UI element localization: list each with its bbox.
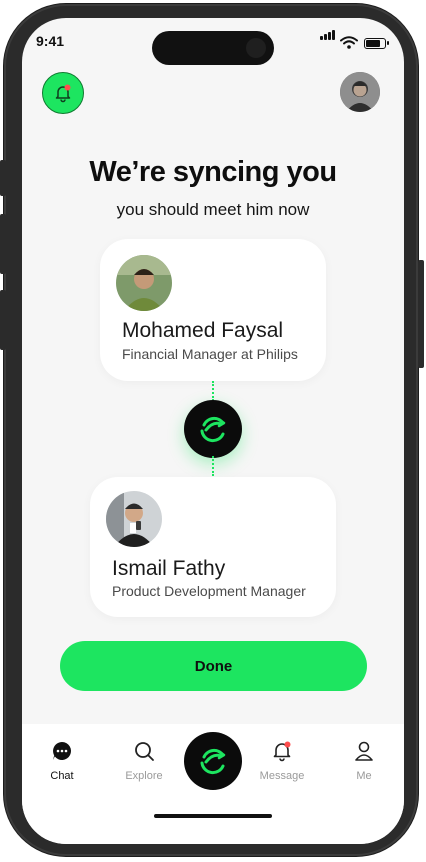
connector-line <box>212 381 214 401</box>
power-button <box>418 260 424 368</box>
tab-explore[interactable]: Explore <box>114 740 174 782</box>
avatar-photo <box>106 491 162 547</box>
tab-bar: Chat Explore Message Me <box>22 724 404 844</box>
page-title: We’re syncing you <box>89 156 337 188</box>
tab-chat[interactable]: Chat <box>32 740 92 782</box>
sync-logo-icon <box>200 416 226 443</box>
avatar-photo <box>116 255 172 311</box>
bell-icon <box>55 84 71 103</box>
battery-icon <box>364 38 389 49</box>
avatar <box>116 255 172 311</box>
match-card[interactable]: Ismail Fathy Product Development Manager <box>90 477 336 617</box>
status-time: 9:41 <box>36 33 65 49</box>
connector-line <box>212 456 214 476</box>
match-name: Mohamed Faysal <box>122 319 284 342</box>
tab-label: Me <box>356 770 372 782</box>
avatar-photo <box>340 72 380 112</box>
page-subtitle: you should meet him now <box>116 200 310 219</box>
bell-icon <box>273 741 291 762</box>
app-screen: 9:41 We’re syncing you you should meet h… <box>22 18 404 844</box>
done-button[interactable]: Done <box>60 641 367 691</box>
volume-up-button <box>0 214 6 274</box>
tab-message[interactable]: Message <box>252 740 312 782</box>
match-role: Product Development Manager <box>112 583 306 599</box>
avatar <box>106 491 162 547</box>
chat-icon <box>53 742 71 760</box>
tab-label: Explore <box>125 770 163 782</box>
sync-badge <box>184 400 242 458</box>
sync-tab-button[interactable] <box>184 732 242 790</box>
user-icon <box>355 741 373 761</box>
status-bar: 9:41 <box>22 18 404 65</box>
profile-avatar[interactable] <box>340 72 380 112</box>
notification-button[interactable] <box>42 72 84 114</box>
tab-me[interactable]: Me <box>334 740 394 782</box>
tab-label: Chat <box>50 770 74 782</box>
tab-label: Message <box>259 770 305 782</box>
mute-switch <box>0 160 6 196</box>
match-card[interactable]: Mohamed Faysal Financial Manager at Phil… <box>100 239 326 381</box>
volume-down-button <box>0 290 6 350</box>
home-indicator <box>154 814 272 818</box>
search-icon <box>135 742 154 761</box>
battery-level <box>366 40 380 47</box>
dynamic-island <box>152 31 274 65</box>
match-role: Financial Manager at Philips <box>122 346 298 362</box>
match-name: Ismail Fathy <box>112 557 226 580</box>
sync-logo-icon <box>200 748 226 775</box>
wifi-icon <box>340 36 358 49</box>
